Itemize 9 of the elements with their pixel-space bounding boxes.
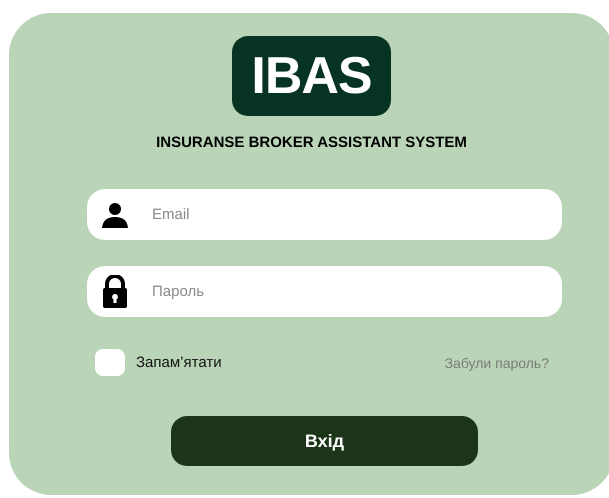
password-field[interactable]: Пароль — [87, 266, 562, 317]
lock-icon — [102, 274, 128, 308]
logo: IBAS — [232, 36, 391, 116]
checkbox[interactable] — [95, 349, 125, 376]
subtitle: INSURANSE BROKER ASSISTANT SYSTEM — [155, 134, 468, 151]
email-field[interactable]: Email — [87, 189, 562, 240]
login-button[interactable]: Вхід — [171, 416, 478, 466]
checkbox-label: Запам’ятати — [136, 354, 222, 371]
user-icon — [101, 200, 129, 228]
